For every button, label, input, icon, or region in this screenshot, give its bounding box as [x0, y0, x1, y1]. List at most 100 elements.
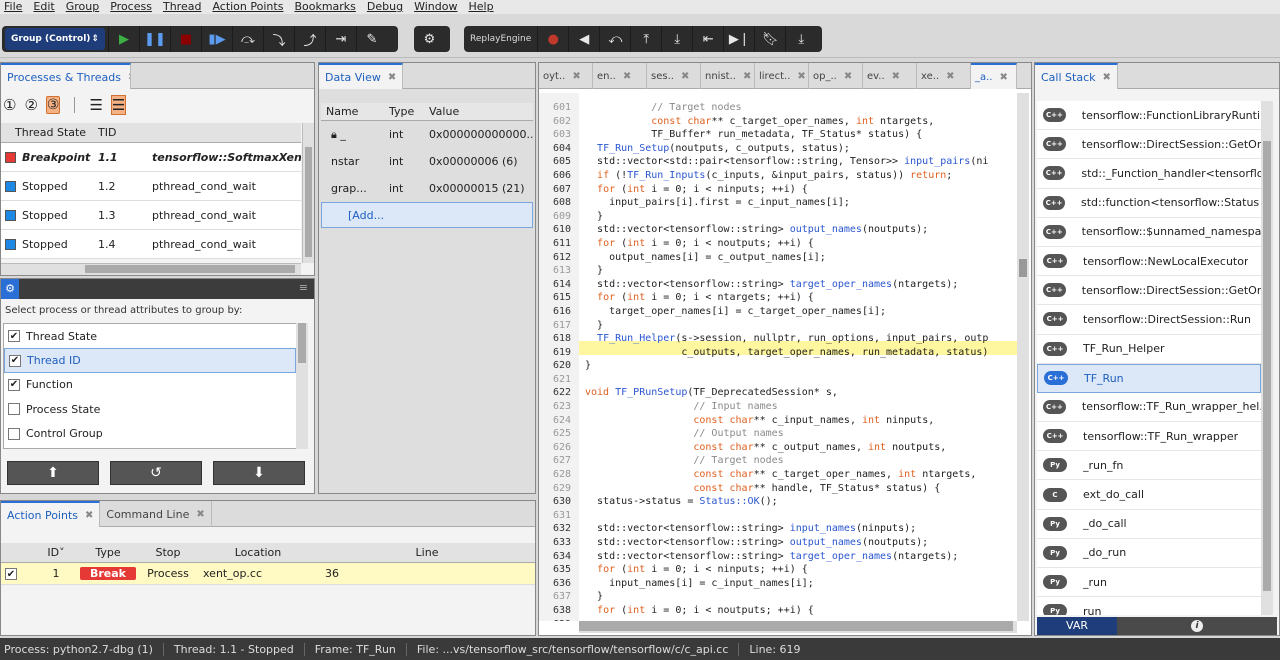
- restart-button[interactable]: ▮▶: [201, 26, 232, 52]
- menu-action-points[interactable]: Action Points: [212, 0, 283, 14]
- go-button[interactable]: ▶: [108, 26, 139, 52]
- halt-button[interactable]: ❚❚: [139, 26, 170, 52]
- close-icon[interactable]: ✖: [844, 71, 852, 82]
- line-number[interactable]: 620: [539, 359, 571, 373]
- scroll-thumb[interactable]: [85, 265, 295, 273]
- source-tab[interactable]: oyt.. ✖: [539, 63, 593, 89]
- thread-row[interactable]: Stopped 1.2 pthread_cond_wait: [1, 172, 301, 201]
- scroll-thumb[interactable]: [1263, 141, 1271, 591]
- group-vscrollbar[interactable]: [296, 323, 308, 449]
- line-number[interactable]: 630: [539, 495, 571, 509]
- line-number[interactable]: 607: [539, 183, 571, 197]
- stack-frame[interactable]: C++ TF_Run: [1037, 363, 1261, 393]
- data-view-row[interactable]: nstar int 0x00000006 (6): [321, 148, 533, 175]
- data-view-row[interactable]: grap... int 0x00000015 (21): [321, 175, 533, 202]
- info-button[interactable]: i: [1117, 617, 1277, 635]
- col-thread-state[interactable]: Thread State: [1, 126, 94, 139]
- tab-call-stack[interactable]: Call Stack ✖: [1035, 63, 1118, 89]
- close-icon[interactable]: ✖: [892, 71, 900, 82]
- col-stop[interactable]: Stop: [139, 546, 197, 559]
- source-tab[interactable]: op_.. ✖: [809, 63, 863, 89]
- source-tab[interactable]: xe.. ✖: [917, 63, 971, 89]
- record-button[interactable]: ●: [537, 26, 568, 52]
- pt-vscrollbar[interactable]: [302, 123, 314, 263]
- line-number[interactable]: 617: [539, 319, 571, 333]
- source-tab[interactable]: nnist.. ✖: [701, 63, 755, 89]
- source-tab[interactable]: lirect.. ✖: [755, 63, 809, 89]
- line-number[interactable]: 616: [539, 305, 571, 319]
- line-number[interactable]: 611: [539, 237, 571, 251]
- tab-action-points[interactable]: Action Points ✖: [1, 501, 101, 527]
- line-number[interactable]: 624: [539, 414, 571, 428]
- out-button[interactable]: ⤴: [294, 26, 325, 52]
- stack-frame[interactable]: C++ std::function<tensorflow::Status (...: [1037, 188, 1261, 218]
- unstep-button[interactable]: ⤒: [630, 26, 661, 52]
- col-name[interactable]: Name: [321, 105, 385, 118]
- line-number[interactable]: 637: [539, 590, 571, 604]
- col-tid[interactable]: TID: [94, 126, 146, 139]
- line-number[interactable]: 605: [539, 155, 571, 169]
- stack-frame[interactable]: C++ TF_Run_Helper: [1037, 334, 1261, 364]
- close-icon[interactable]: ✖: [681, 71, 689, 82]
- caller-button[interactable]: ⤓: [661, 26, 692, 52]
- scroll-thumb[interactable]: [1019, 259, 1027, 277]
- close-icon[interactable]: ✖: [85, 510, 93, 521]
- col-type[interactable]: Type: [385, 105, 423, 118]
- line-number[interactable]: 618: [539, 332, 571, 346]
- live-button[interactable]: ▶❘: [723, 26, 754, 52]
- stack-frame[interactable]: Py run: [1037, 597, 1261, 615]
- back-to-button[interactable]: ⇤: [692, 26, 723, 52]
- stack-frame[interactable]: C++ tensorflow::FunctionLibraryRunti...: [1037, 101, 1261, 131]
- scroll-thumb[interactable]: [305, 147, 312, 257]
- stack-frame[interactable]: C++ tensorflow::TF_Run_wrapper: [1037, 422, 1261, 452]
- source-vscrollbar[interactable]: [1017, 93, 1029, 621]
- close-icon[interactable]: ✖: [388, 72, 396, 83]
- stack-frame[interactable]: Py _do_call: [1037, 509, 1261, 539]
- step-button[interactable]: ⤵: [263, 26, 294, 52]
- grid-view-icon[interactable]: ☰: [110, 95, 127, 115]
- group-by-item[interactable]: Process State: [4, 397, 296, 421]
- settings-button[interactable]: ⚙: [414, 26, 445, 52]
- line-number[interactable]: 610: [539, 223, 571, 237]
- line-number[interactable]: 615: [539, 291, 571, 305]
- line-number[interactable]: 603: [539, 128, 571, 142]
- menu-bookmarks[interactable]: Bookmarks: [294, 0, 355, 14]
- var-button[interactable]: VAR: [1037, 617, 1117, 635]
- source-tab[interactable]: en.. ✖: [593, 63, 647, 89]
- group-select[interactable]: Group (Control) ⇕: [5, 28, 105, 50]
- stack-frame[interactable]: Cext_do_call: [1037, 480, 1261, 510]
- stack-frame[interactable]: Py _run_fn: [1037, 451, 1261, 481]
- tab-processes-threads[interactable]: Processes & Threads ✖: [1, 63, 131, 89]
- tab-command-line[interactable]: Command Line ✖: [100, 501, 212, 527]
- group-by-item[interactable]: ✔ Thread ID: [4, 348, 296, 373]
- close-icon[interactable]: ✖: [128, 72, 130, 83]
- next-button[interactable]: ⤼: [232, 26, 263, 52]
- checkbox[interactable]: ✔: [8, 378, 20, 391]
- source-tab[interactable]: ev.. ✖: [863, 63, 917, 89]
- line-number[interactable]: 621: [539, 373, 571, 387]
- menu-process[interactable]: Process: [110, 0, 152, 14]
- group-by-item[interactable]: Control Group: [4, 422, 296, 446]
- save-button[interactable]: ⤓: [785, 26, 816, 52]
- line-number[interactable]: 612: [539, 251, 571, 265]
- group-by-item[interactable]: ✔ Function: [4, 373, 296, 397]
- line-number[interactable]: 625: [539, 427, 571, 441]
- scroll-thumb[interactable]: [298, 323, 306, 363]
- line-number[interactable]: 606: [539, 169, 571, 183]
- stack-frame[interactable]: C++ std::_Function_handler<tensorflo...: [1037, 159, 1261, 189]
- stack-frame[interactable]: Py _do_run: [1037, 538, 1261, 568]
- source-view[interactable]: 601 // Target nodes 602 const char** c_ta…: [539, 93, 1031, 621]
- move-up-button[interactable]: ⬆: [7, 461, 99, 485]
- checkbox[interactable]: ✔: [8, 330, 20, 343]
- go-back-button[interactable]: ◀: [568, 26, 599, 52]
- bookmark-button[interactable]: 🔖︎: [754, 26, 785, 52]
- line-number[interactable]: 639: [539, 618, 571, 621]
- gear-icon[interactable]: ⚙: [1, 279, 19, 299]
- stack-frame[interactable]: C++ tensorflow::NewLocalExecutor: [1037, 246, 1261, 277]
- menu-group[interactable]: Group: [66, 0, 100, 14]
- col-line[interactable]: Line: [319, 546, 535, 559]
- level-1-icon[interactable]: ①: [3, 96, 16, 114]
- source-tab[interactable]: ses.. ✖: [647, 63, 701, 89]
- close-icon[interactable]: ✖: [623, 71, 631, 82]
- menu-edit[interactable]: Edit: [33, 0, 54, 14]
